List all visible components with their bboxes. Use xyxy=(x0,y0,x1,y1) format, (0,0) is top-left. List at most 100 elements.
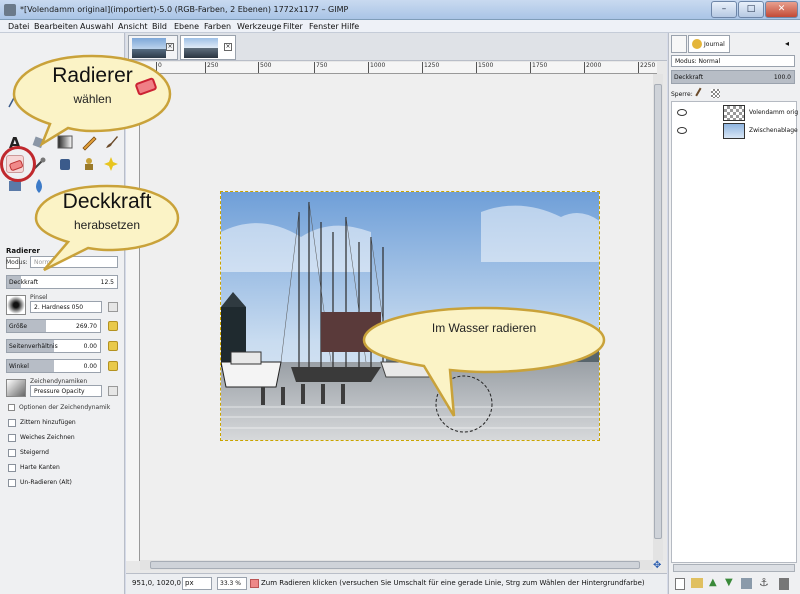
image-tab-2[interactable]: × xyxy=(180,35,236,60)
clone-tool-icon[interactable] xyxy=(80,155,98,173)
ruler-mark: 250 xyxy=(205,62,218,73)
navigate-icon[interactable]: ✥ xyxy=(653,561,663,571)
layer-opacity-label: Deckkraft xyxy=(674,74,704,81)
layer-mode-select[interactable]: Modus: Normal xyxy=(671,55,795,67)
menu-ansicht[interactable]: Ansicht xyxy=(118,22,148,31)
reset-size-icon[interactable] xyxy=(108,321,118,331)
dock-menu-icon[interactable]: ◂ xyxy=(785,39,789,48)
callout-eraser-subtitle: wählen xyxy=(73,92,112,106)
horizontal-scroll-thumb[interactable] xyxy=(150,561,640,569)
new-layer-icon[interactable] xyxy=(675,578,685,590)
ruler-mark: 2250 xyxy=(638,62,655,73)
menu-bearbeiten[interactable]: Bearbeiten xyxy=(34,22,78,31)
brush-label: Pinsel xyxy=(30,294,48,301)
new-layer-group-icon[interactable] xyxy=(691,578,703,588)
expand-dynamics-icon[interactable] xyxy=(8,404,15,411)
close-button[interactable]: ✕ xyxy=(765,1,798,18)
angle-spinner[interactable]: Winkel 0.00 xyxy=(6,359,101,373)
menu-bar: Datei Bearbeiten Auswahl Ansicht Bild Eb… xyxy=(0,20,800,33)
callout-eraser: Radierer wählen xyxy=(10,52,175,148)
delete-layer-icon[interactable] xyxy=(779,578,789,590)
size-spinner[interactable]: Größe 269.70 xyxy=(6,319,101,333)
ruler-mark: 1500 xyxy=(476,62,493,73)
image-tabs: × × xyxy=(126,33,667,61)
layer-opacity-slider[interactable]: Deckkraft 100.0 xyxy=(671,70,795,84)
layers-tab-icon[interactable] xyxy=(671,35,687,53)
brush-select[interactable]: 2. Hardness 050 xyxy=(30,301,102,313)
vertical-scroll-thumb[interactable] xyxy=(654,84,662,539)
menu-auswahl[interactable]: Auswahl xyxy=(80,22,113,31)
lock-label: Sperre: xyxy=(671,91,693,98)
layer-name: Volendamm orig xyxy=(749,109,799,116)
menu-filter[interactable]: Filter xyxy=(283,22,303,31)
layer-mode-value: Modus: Normal xyxy=(675,58,721,65)
size-value: 269.70 xyxy=(76,323,97,330)
menu-ebene[interactable]: Ebene xyxy=(174,22,199,31)
ruler-mark: 750 xyxy=(314,62,327,73)
smooth-label: Weiches Zeichnen xyxy=(20,434,75,441)
callout-opacity-title: Deckkraft xyxy=(62,190,152,213)
anti-erase-checkbox[interactable] xyxy=(8,479,16,487)
visibility-eye-icon[interactable] xyxy=(677,127,687,134)
menu-werkzeuge[interactable]: Werkzeuge xyxy=(237,22,281,31)
aspect-value: 0.00 xyxy=(83,343,97,350)
menu-farben[interactable]: Farben xyxy=(204,22,231,31)
status-message: Zum Radieren klicken (versuchen Sie Umsc… xyxy=(261,579,645,587)
maximize-button[interactable]: □ xyxy=(738,1,764,18)
lower-layer-icon[interactable]: ▼ xyxy=(725,577,733,588)
layer-thumbnail xyxy=(723,123,745,139)
zoom-select-value: 33.3 % xyxy=(220,580,241,587)
menu-fenster[interactable]: Fenster xyxy=(309,22,339,31)
callout-water: Im Wasser radieren xyxy=(360,304,608,424)
menu-datei[interactable]: Datei xyxy=(8,22,29,31)
dynamics-preview[interactable] xyxy=(6,379,26,397)
heal-tool-icon[interactable] xyxy=(102,155,120,173)
visibility-eye-icon[interactable] xyxy=(677,109,687,116)
horizontal-scrollbar[interactable] xyxy=(140,560,653,570)
jitter-checkbox[interactable] xyxy=(8,419,16,427)
edit-brush-icon[interactable] xyxy=(108,302,118,312)
minimize-button[interactable]: – xyxy=(711,1,737,18)
ruler-mark: 1250 xyxy=(422,62,439,73)
smooth-checkbox[interactable] xyxy=(8,434,16,442)
menu-hilfe[interactable]: Hilfe xyxy=(341,22,359,31)
title-bar: *[Volendamm original](importiert)-5.0 (R… xyxy=(0,0,800,20)
layer-opacity-value: 100.0 xyxy=(773,74,791,81)
jitter-label: Zittern hinzufügen xyxy=(20,419,76,426)
angle-value: 0.00 xyxy=(83,363,97,370)
close-tab-icon[interactable]: × xyxy=(166,43,174,51)
brush-preview[interactable] xyxy=(6,295,26,315)
reset-aspect-icon[interactable] xyxy=(108,341,118,351)
dynamics-select[interactable]: Pressure Opacity xyxy=(30,385,102,397)
vertical-scrollbar[interactable] xyxy=(653,74,663,561)
journal-tab[interactable]: Journal xyxy=(688,35,730,53)
aspect-spinner[interactable]: Seitenverhältnis 0.00 xyxy=(6,339,101,353)
callout-opacity: Deckkraft herabsetzen xyxy=(32,182,182,272)
unit-select-value: px xyxy=(185,579,194,587)
vertical-ruler xyxy=(126,74,140,561)
duplicate-layer-icon[interactable] xyxy=(741,578,752,589)
ruler-mark: 1750 xyxy=(530,62,547,73)
status-bar: 951,0, 1020,0 px 33.3 % Zum Radieren kli… xyxy=(126,573,667,594)
eraser-highlight-circle xyxy=(0,146,36,182)
anchor-layer-icon[interactable]: ⚓ xyxy=(759,576,769,589)
reset-angle-icon[interactable] xyxy=(108,361,118,371)
opacity-slider[interactable]: Deckkraft 12.5 xyxy=(6,275,118,289)
zoom-select[interactable]: 33.3 % xyxy=(217,577,247,590)
layers-horizontal-scrollbar[interactable] xyxy=(673,564,795,572)
lock-pixels-icon[interactable] xyxy=(695,87,707,100)
callout-water-title: Im Wasser radieren xyxy=(431,321,537,335)
incremental-checkbox[interactable] xyxy=(8,449,16,457)
menu-bild[interactable]: Bild xyxy=(152,22,167,31)
opacity-label: Deckkraft xyxy=(9,279,39,286)
raise-layer-icon[interactable]: ▲ xyxy=(709,577,717,588)
ink-tool-icon[interactable] xyxy=(56,155,74,173)
unit-select[interactable]: px xyxy=(182,577,212,590)
hard-edge-checkbox[interactable] xyxy=(8,464,16,472)
aspect-label: Seitenverhältnis xyxy=(9,343,58,350)
edit-dynamics-icon[interactable] xyxy=(108,386,118,396)
lock-alpha-icon[interactable] xyxy=(711,89,720,98)
dynamics-options-expander[interactable]: Optionen der Zeichendynamik xyxy=(19,404,110,411)
layer-row[interactable]: Zwischenablage xyxy=(671,121,798,143)
close-tab-icon[interactable]: × xyxy=(224,43,232,51)
